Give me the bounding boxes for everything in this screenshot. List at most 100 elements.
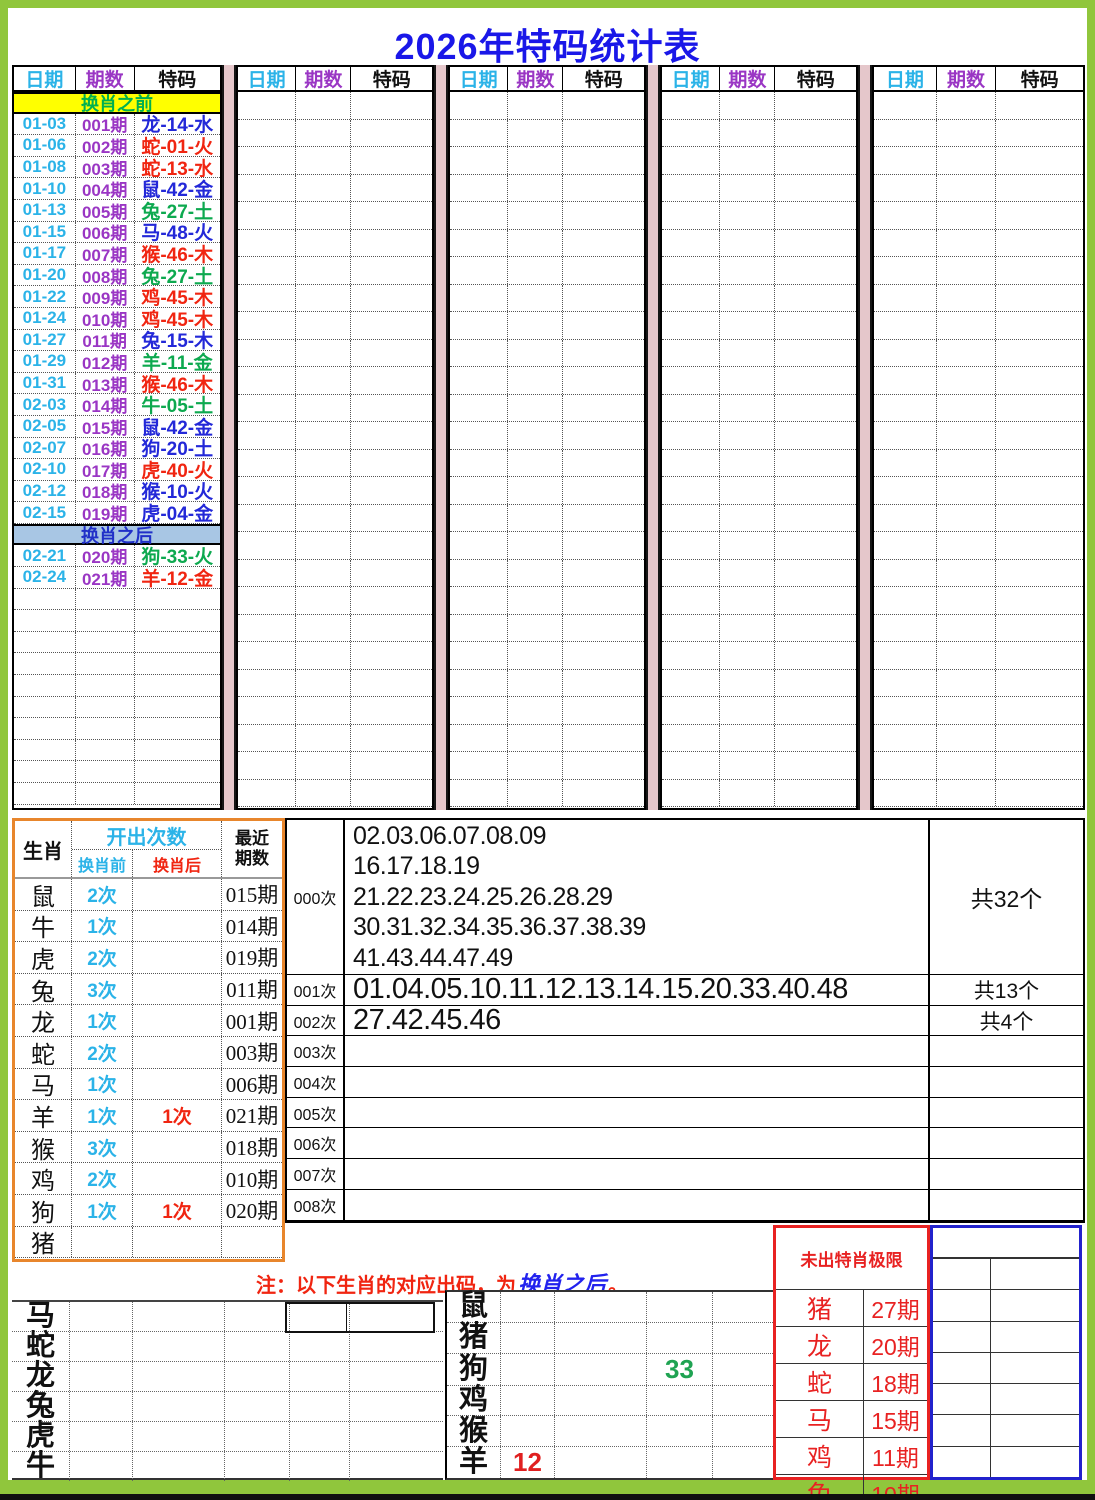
empty-cell: [225, 1392, 290, 1421]
empty-cell: [933, 1447, 991, 1477]
empty-cell: [508, 92, 563, 119]
empty-cell: [70, 1392, 133, 1421]
group-header-row: 日期 期数 特码: [450, 67, 644, 92]
numbers-list: 27.42.45.46: [345, 1006, 930, 1036]
empty-cell: [662, 367, 720, 394]
empty-cell: [662, 312, 720, 339]
zodiac-cell: 兔: [15, 974, 72, 1005]
counts-header: 开出次数: [72, 821, 221, 850]
recent-period-cell: 006期: [222, 1069, 282, 1100]
empty-cell: [238, 505, 296, 532]
empty-cell: [662, 615, 720, 642]
empty-cell: [662, 230, 720, 257]
empty-cell: [76, 632, 135, 653]
value-cell: [713, 1323, 773, 1353]
empty-row: [874, 477, 1083, 505]
empty-cell: [563, 752, 644, 779]
empty-cell: [662, 532, 720, 559]
zodiac-label: 鼠: [447, 1292, 501, 1322]
count-after-cell: [133, 1005, 222, 1036]
empty-cell: [296, 147, 351, 174]
empty-row: [450, 587, 644, 615]
empty-cell: [351, 450, 432, 477]
empty-cell: [508, 697, 563, 724]
zodiac-list-row: 虎: [12, 1422, 443, 1452]
empty-cell: [296, 615, 351, 642]
empty-cell: [874, 285, 937, 312]
draw-period-cell: 018期: [76, 481, 135, 502]
empty-cell: [450, 615, 508, 642]
empty-cell: [225, 1452, 290, 1481]
empty-row: [450, 202, 644, 230]
limit-row: 猪 27期: [776, 1290, 927, 1327]
draw-row: 01-06 002期 蛇-01-火: [14, 135, 220, 157]
empty-cell: [874, 477, 937, 504]
empty-cell: [238, 780, 296, 807]
empty-cell: [238, 752, 296, 779]
empty-cell: [508, 395, 563, 422]
empty-row: [874, 202, 1083, 230]
draw-code-cell: 鸡-45-木: [135, 308, 220, 329]
empty-cell: [874, 615, 937, 642]
zodiac-stats-row: 牛 1次 014期: [15, 911, 282, 943]
empty-cell: [937, 780, 997, 807]
empty-cell: [563, 505, 644, 532]
empty-cell: [662, 752, 720, 779]
empty-row: [238, 780, 432, 808]
draw-row: 01-24 010期 鸡-45-木: [14, 308, 220, 330]
empty-cell: [450, 697, 508, 724]
empty-row: [14, 632, 220, 654]
limit-zodiac-cell: 鸡: [776, 1438, 864, 1474]
period-column-header: 期数: [937, 67, 997, 90]
draw-period-cell: 016期: [76, 438, 135, 459]
draw-row: 02-24 021期 羊-12-金: [14, 567, 220, 589]
empty-cell: [933, 1228, 1079, 1259]
empty-row: [238, 175, 432, 203]
zodiac-stats-row: 鼠 2次 015期: [15, 879, 282, 911]
empty-cell: [775, 752, 856, 779]
counts-header-group: 开出次数 换肖前 换肖后: [72, 821, 222, 877]
empty-cell: [290, 1392, 350, 1421]
empty-cell: [563, 477, 644, 504]
empty-row: [238, 285, 432, 313]
empty-cell: [350, 1392, 443, 1421]
empty-cell: [874, 120, 937, 147]
zodiac-cell: 龙: [15, 1005, 72, 1036]
empty-cell: [662, 697, 720, 724]
empty-cell: [351, 780, 432, 807]
empty-cell: [135, 761, 220, 782]
zodiac-list-row: 牛: [12, 1452, 443, 1481]
empty-cell: [238, 477, 296, 504]
empty-cell: [70, 1302, 133, 1331]
value-cell: 33: [647, 1354, 713, 1385]
empty-cell: [996, 477, 1083, 504]
draw-code-cell: 虎-04-金: [135, 502, 220, 523]
group-header-row: 日期 期数 特码: [238, 67, 432, 92]
empty-cell: [450, 202, 508, 229]
zodiac-stats-row: 鸡 2次 010期: [15, 1163, 282, 1195]
count-after-cell: [133, 1227, 222, 1258]
draw-date-cell: 01-17: [14, 243, 76, 264]
empty-row: [238, 670, 432, 698]
empty-row: [662, 642, 856, 670]
empty-cell: [225, 1422, 290, 1451]
empty-row: [238, 120, 432, 148]
limit-zodiac-cell: 马: [776, 1401, 864, 1437]
empty-cell: [933, 1322, 991, 1352]
draw-period-cell: 008期: [76, 265, 135, 286]
empty-cell: [508, 230, 563, 257]
empty-cell: [296, 202, 351, 229]
sheet-content-area: 2026年特码统计表 日期 期数 特码 换肖之前 01-03 001期 龙-14…: [8, 8, 1087, 1480]
empty-row: [874, 532, 1083, 560]
empty-cell: [937, 615, 997, 642]
empty-row: [238, 532, 432, 560]
numbers-list: [345, 1098, 930, 1128]
empty-cell: [238, 615, 296, 642]
recent-period-header: 最近 期数: [222, 821, 282, 877]
draw-period-cell: 006期: [76, 222, 135, 243]
draw-code-cell: 猴-46-木: [135, 243, 220, 264]
draw-date-cell: 02-03: [14, 394, 76, 415]
draw-date-cell: 01-22: [14, 286, 76, 307]
empty-cell: [450, 92, 508, 119]
value-cell: [501, 1416, 555, 1446]
